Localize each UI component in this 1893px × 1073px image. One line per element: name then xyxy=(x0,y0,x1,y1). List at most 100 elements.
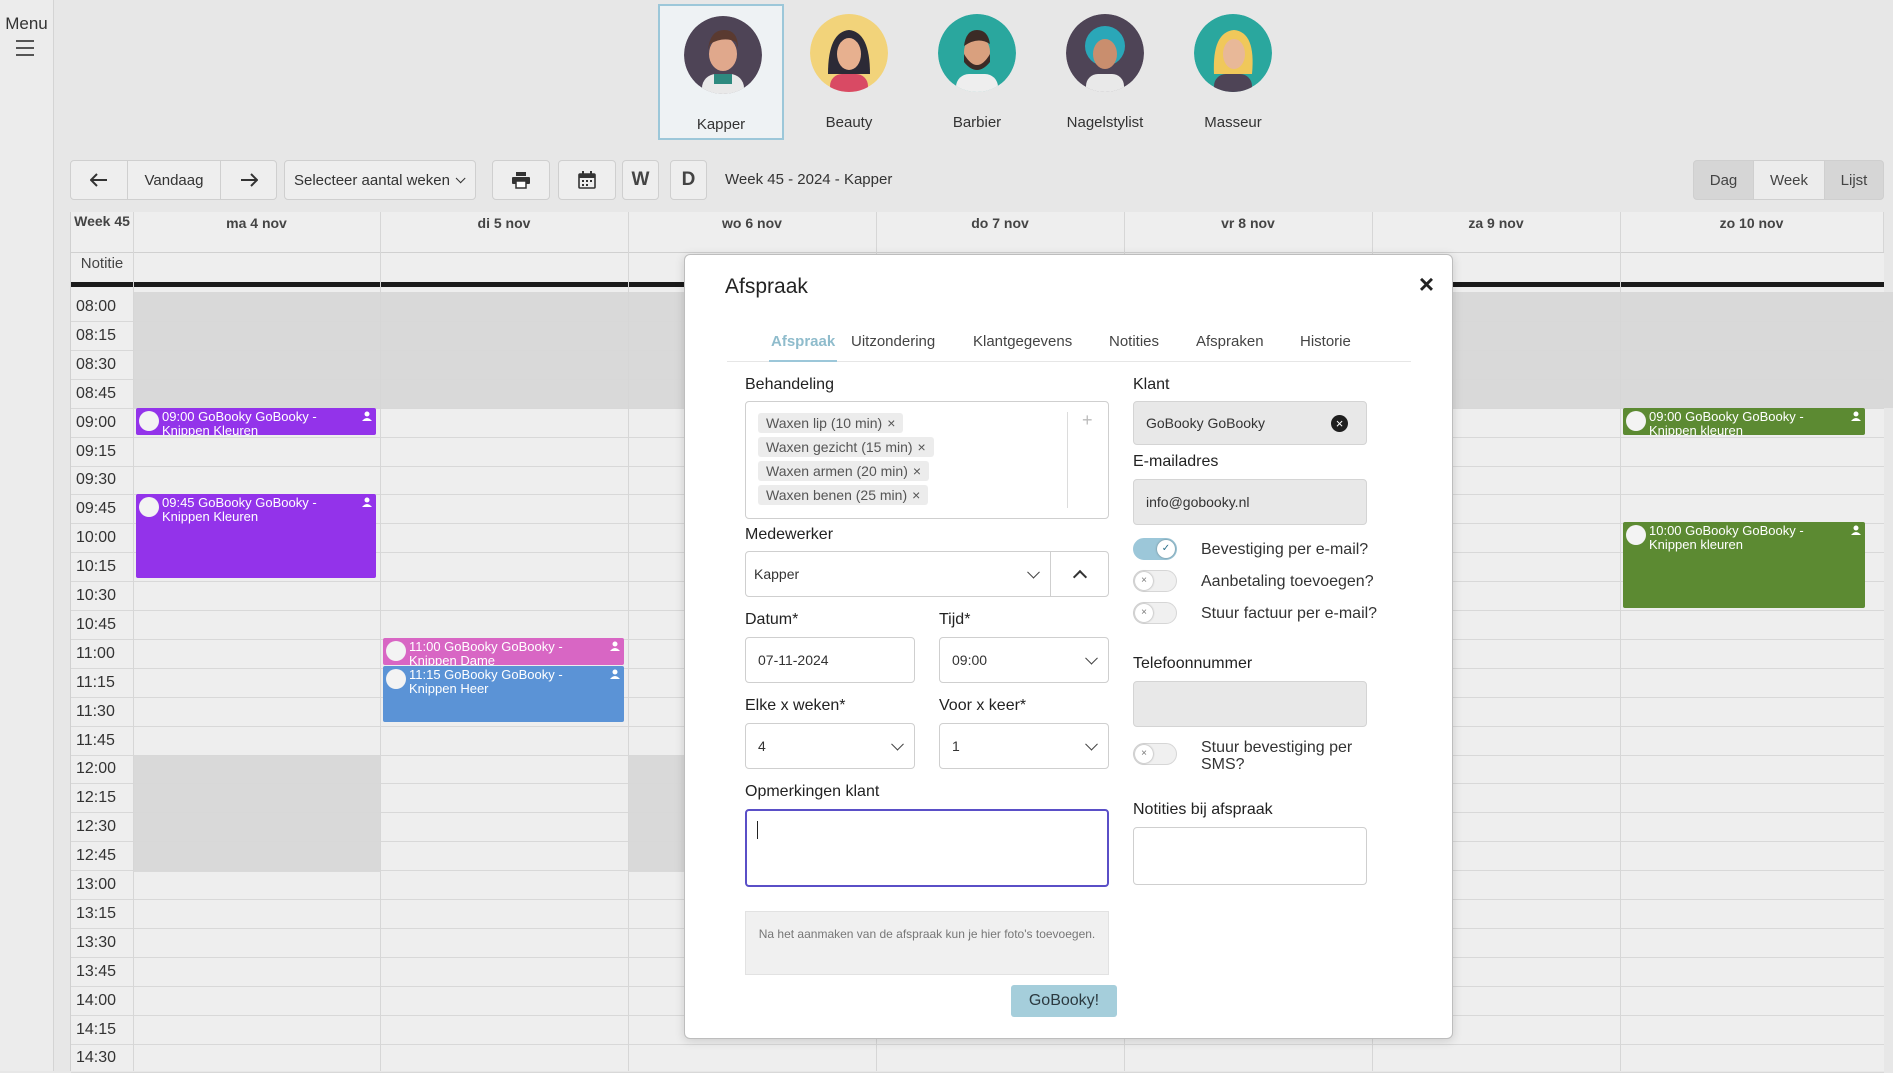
category-kapper[interactable]: Kapper xyxy=(658,4,784,140)
category-barbier[interactable]: Barbier xyxy=(914,4,1040,140)
today-button[interactable]: Vandaag xyxy=(127,160,221,200)
gobooky-submit-button[interactable]: GoBooky! xyxy=(1011,985,1117,1017)
client-avatar-icon xyxy=(139,497,159,517)
time-label: 08:00 xyxy=(76,298,117,315)
time-label: 08:30 xyxy=(76,355,117,373)
tab-klantgegevens[interactable]: Klantgegevens xyxy=(973,333,1072,350)
appointment-mon-0945[interactable]: 09:45 GoBooky GoBooky - Knippen Kleuren xyxy=(136,494,376,578)
appointment-tue-1100[interactable]: 11:00 GoBooky GoBooky - Knippen Dame xyxy=(383,638,624,665)
time-label: 09:15 xyxy=(76,442,117,460)
tijd-select[interactable]: 09:00 xyxy=(939,637,1109,683)
client-avatar-icon xyxy=(386,641,406,661)
category-masseur[interactable]: Masseur xyxy=(1170,4,1296,140)
klant-select[interactable]: GoBooky GoBooky × xyxy=(1133,401,1367,445)
deposit-label: Aanbetaling toevoegen? xyxy=(1201,573,1374,590)
day-header-wed[interactable]: wo 6 nov xyxy=(628,212,877,252)
voor-keer-label: Voor x keer* xyxy=(939,697,1027,714)
appointment-text: 09:00 GoBooky GoBooky - Knippen Kleuren xyxy=(162,409,317,436)
klant-label: Klant xyxy=(1133,376,1170,393)
hamburger-icon[interactable] xyxy=(16,40,34,56)
add-plus-icon[interactable]: + xyxy=(1082,410,1093,431)
medewerker-select[interactable]: Kapper xyxy=(745,551,1051,597)
telefoon-input[interactable] xyxy=(1133,681,1367,727)
tab-historie[interactable]: Historie xyxy=(1300,333,1351,350)
appointment-text: 11:15 GoBooky GoBooky - Knippen Heer xyxy=(409,667,563,696)
remove-x-icon[interactable]: × xyxy=(913,463,921,479)
sms-toggle[interactable]: × xyxy=(1133,743,1177,765)
treatment-multiselect[interactable]: Waxen lip (10 min) × Waxen gezicht (15 mi… xyxy=(745,401,1109,519)
close-icon[interactable]: × xyxy=(1419,269,1434,300)
appointment-sun-0900[interactable]: 09:00 GoBooky GoBooky - Knippen kleuren xyxy=(1623,408,1865,435)
day-header-fri[interactable]: vr 8 nov xyxy=(1124,212,1373,252)
time-label: 13:45 xyxy=(76,962,117,980)
email-input[interactable]: info@gobooky.nl xyxy=(1133,479,1367,525)
day-view-d-button[interactable]: D xyxy=(670,160,707,200)
arrow-right-icon xyxy=(240,173,258,187)
appointment-text: 09:00 GoBooky GoBooky - Knippen kleuren xyxy=(1649,409,1804,436)
elke-weken-select[interactable]: 4 xyxy=(745,723,915,769)
notities-afspraak-label: Notities bij afspraak xyxy=(1133,801,1273,818)
tab-notities[interactable]: Notities xyxy=(1109,333,1159,350)
time-label: 14:00 xyxy=(76,991,117,1009)
datum-input[interactable]: 07-11-2024 xyxy=(745,637,915,683)
day-header-sat[interactable]: za 9 nov xyxy=(1372,212,1621,252)
view-lijst-button[interactable]: Lijst xyxy=(1824,160,1884,200)
category-nagelstylist[interactable]: Nagelstylist xyxy=(1042,4,1168,140)
prev-week-button[interactable] xyxy=(70,160,128,200)
email-label: E-mailadres xyxy=(1133,453,1219,470)
tab-afspraak[interactable]: Afspraak xyxy=(768,333,838,362)
opmerkingen-label: Opmerkingen klant xyxy=(745,783,880,800)
menu-label[interactable]: Menu xyxy=(0,14,53,34)
remove-x-icon[interactable]: × xyxy=(887,415,895,431)
client-avatar-icon xyxy=(1626,525,1646,545)
time-label: 11:45 xyxy=(76,731,115,749)
appointment-tue-1115[interactable]: 11:15 GoBooky GoBooky - Knippen Heer xyxy=(383,666,624,722)
day-header-thu[interactable]: do 7 nov xyxy=(876,212,1125,252)
barbier-avatar-icon xyxy=(938,14,1016,92)
week-view-w-button[interactable]: W xyxy=(622,160,659,200)
view-dag-button[interactable]: Dag xyxy=(1693,160,1754,200)
view-week-button[interactable]: Week xyxy=(1753,160,1825,200)
tab-uitzondering[interactable]: Uitzondering xyxy=(851,333,935,350)
kapper-avatar-icon xyxy=(684,16,762,94)
next-week-button[interactable] xyxy=(220,160,277,200)
clear-circle-x-icon[interactable]: × xyxy=(1331,415,1348,432)
voor-keer-select[interactable]: 1 xyxy=(939,723,1109,769)
deposit-toggle[interactable]: × xyxy=(1133,570,1177,592)
print-button[interactable] xyxy=(492,160,550,200)
sms-label: Stuur bevestiging per SMS? xyxy=(1201,739,1353,773)
client-avatar-icon xyxy=(1626,411,1646,431)
time-slot-row[interactable]: 14:30 xyxy=(71,1043,1884,1073)
x-icon: × xyxy=(1135,745,1153,763)
email-confirmation-toggle[interactable]: ✓ xyxy=(1133,538,1177,560)
invoice-toggle[interactable]: × xyxy=(1133,602,1177,624)
time-label: 12:15 xyxy=(76,789,117,807)
elke-weken-label: Elke x weken* xyxy=(745,697,846,714)
category-name: Barbier xyxy=(952,114,1002,131)
side-menu[interactable]: Menu xyxy=(0,0,54,1071)
day-header-tue[interactable]: di 5 nov xyxy=(380,212,629,252)
category-beauty[interactable]: Beauty xyxy=(786,4,912,140)
notities-afspraak-textarea[interactable] xyxy=(1133,827,1367,885)
calendar-button[interactable] xyxy=(558,160,616,200)
telefoon-label: Telefoonnummer xyxy=(1133,655,1253,672)
category-name: Kapper xyxy=(696,116,746,133)
tab-afspraken[interactable]: Afspraken xyxy=(1196,333,1264,350)
day-header-sun[interactable]: zo 10 nov xyxy=(1620,212,1884,252)
remove-x-icon[interactable]: × xyxy=(912,487,920,503)
time-label: 11:00 xyxy=(76,644,115,662)
appointment-mon-0900[interactable]: 09:00 GoBooky GoBooky - Knippen Kleuren xyxy=(136,408,376,435)
category-name: Nagelstylist xyxy=(1066,114,1144,131)
invoice-label: Stuur factuur per e-mail? xyxy=(1201,605,1378,622)
beauty-avatar-icon xyxy=(810,14,888,92)
time-label: 11:30 xyxy=(76,702,115,720)
opmerkingen-textarea[interactable] xyxy=(745,809,1109,887)
medewerker-toggle-button[interactable] xyxy=(1050,551,1109,597)
weeks-select[interactable]: Selecteer aantal weken xyxy=(284,160,476,200)
day-header-mon[interactable]: ma 4 nov xyxy=(133,212,381,252)
remove-x-icon[interactable]: × xyxy=(918,439,926,455)
time-label: 09:45 xyxy=(76,500,117,518)
treatment-chip: Waxen benen (25 min) × xyxy=(758,485,929,505)
appointment-sun-1000[interactable]: 10:00 GoBooky GoBooky - Knippen kleuren xyxy=(1623,522,1865,608)
tijd-value: 09:00 xyxy=(952,652,988,668)
